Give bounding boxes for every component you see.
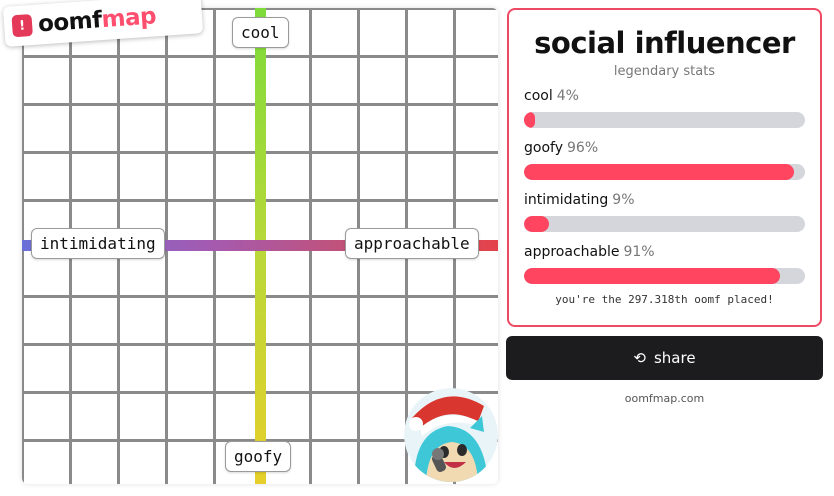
axis-label-approachable: approachable [345,228,479,259]
stat-label: cool [524,88,553,104]
stat-percent: 4% [556,88,579,104]
axis-label-cool: cool [232,17,289,48]
oomf-map-grid[interactable]: cool goofy intimidating approachable [22,8,498,484]
avatar-illustration [404,388,498,482]
stat-line: approachable 91% [524,244,807,262]
stat-bar [524,268,805,284]
repeat-icon: ⟲ [633,349,646,367]
stat-label: goofy [524,140,563,156]
stat-intimidating: intimidating 9% [524,192,807,232]
axis-label-intimidating: intimidating [31,228,165,259]
stat-bar-fill [524,112,536,128]
stat-label: intimidating [524,192,609,208]
axis-label-goofy: goofy [225,441,292,472]
result-title: social influencer [534,26,795,60]
logo-text-oomf: oomf [37,7,103,38]
stat-bar-fill [524,164,794,180]
stat-line: goofy 96% [524,140,807,158]
logo-text-map: map [100,3,157,34]
stats-card: social influencer legendary stats cool 4%… [507,8,822,327]
share-button[interactable]: ⟲ share [506,336,823,380]
site-url[interactable]: oomfmap.com [506,392,823,405]
stat-bar [524,112,805,128]
stat-percent: 9% [612,192,635,208]
stat-percent: 96% [567,140,599,156]
stat-goofy: goofy 96% [524,140,807,180]
logo-text: oomfmap [37,3,157,37]
share-label: share [653,349,696,367]
map-pin-icon: ! [11,13,33,38]
stat-bar [524,164,805,180]
stat-line: cool 4% [524,88,807,106]
result-subtitle: legendary stats [613,64,716,79]
stat-cool: cool 4% [524,88,807,128]
stat-percent: 91% [623,244,655,260]
stat-bar [524,216,805,232]
stat-bar-fill [524,216,550,232]
stat-bar-fill [524,268,780,284]
stat-label: approachable [524,244,620,260]
placement-count: you're the 297.318th oomf placed! [555,293,774,306]
stat-approachable: approachable 91% [524,244,807,284]
stat-line: intimidating 9% [524,192,807,210]
avatar-icon[interactable] [404,388,498,482]
